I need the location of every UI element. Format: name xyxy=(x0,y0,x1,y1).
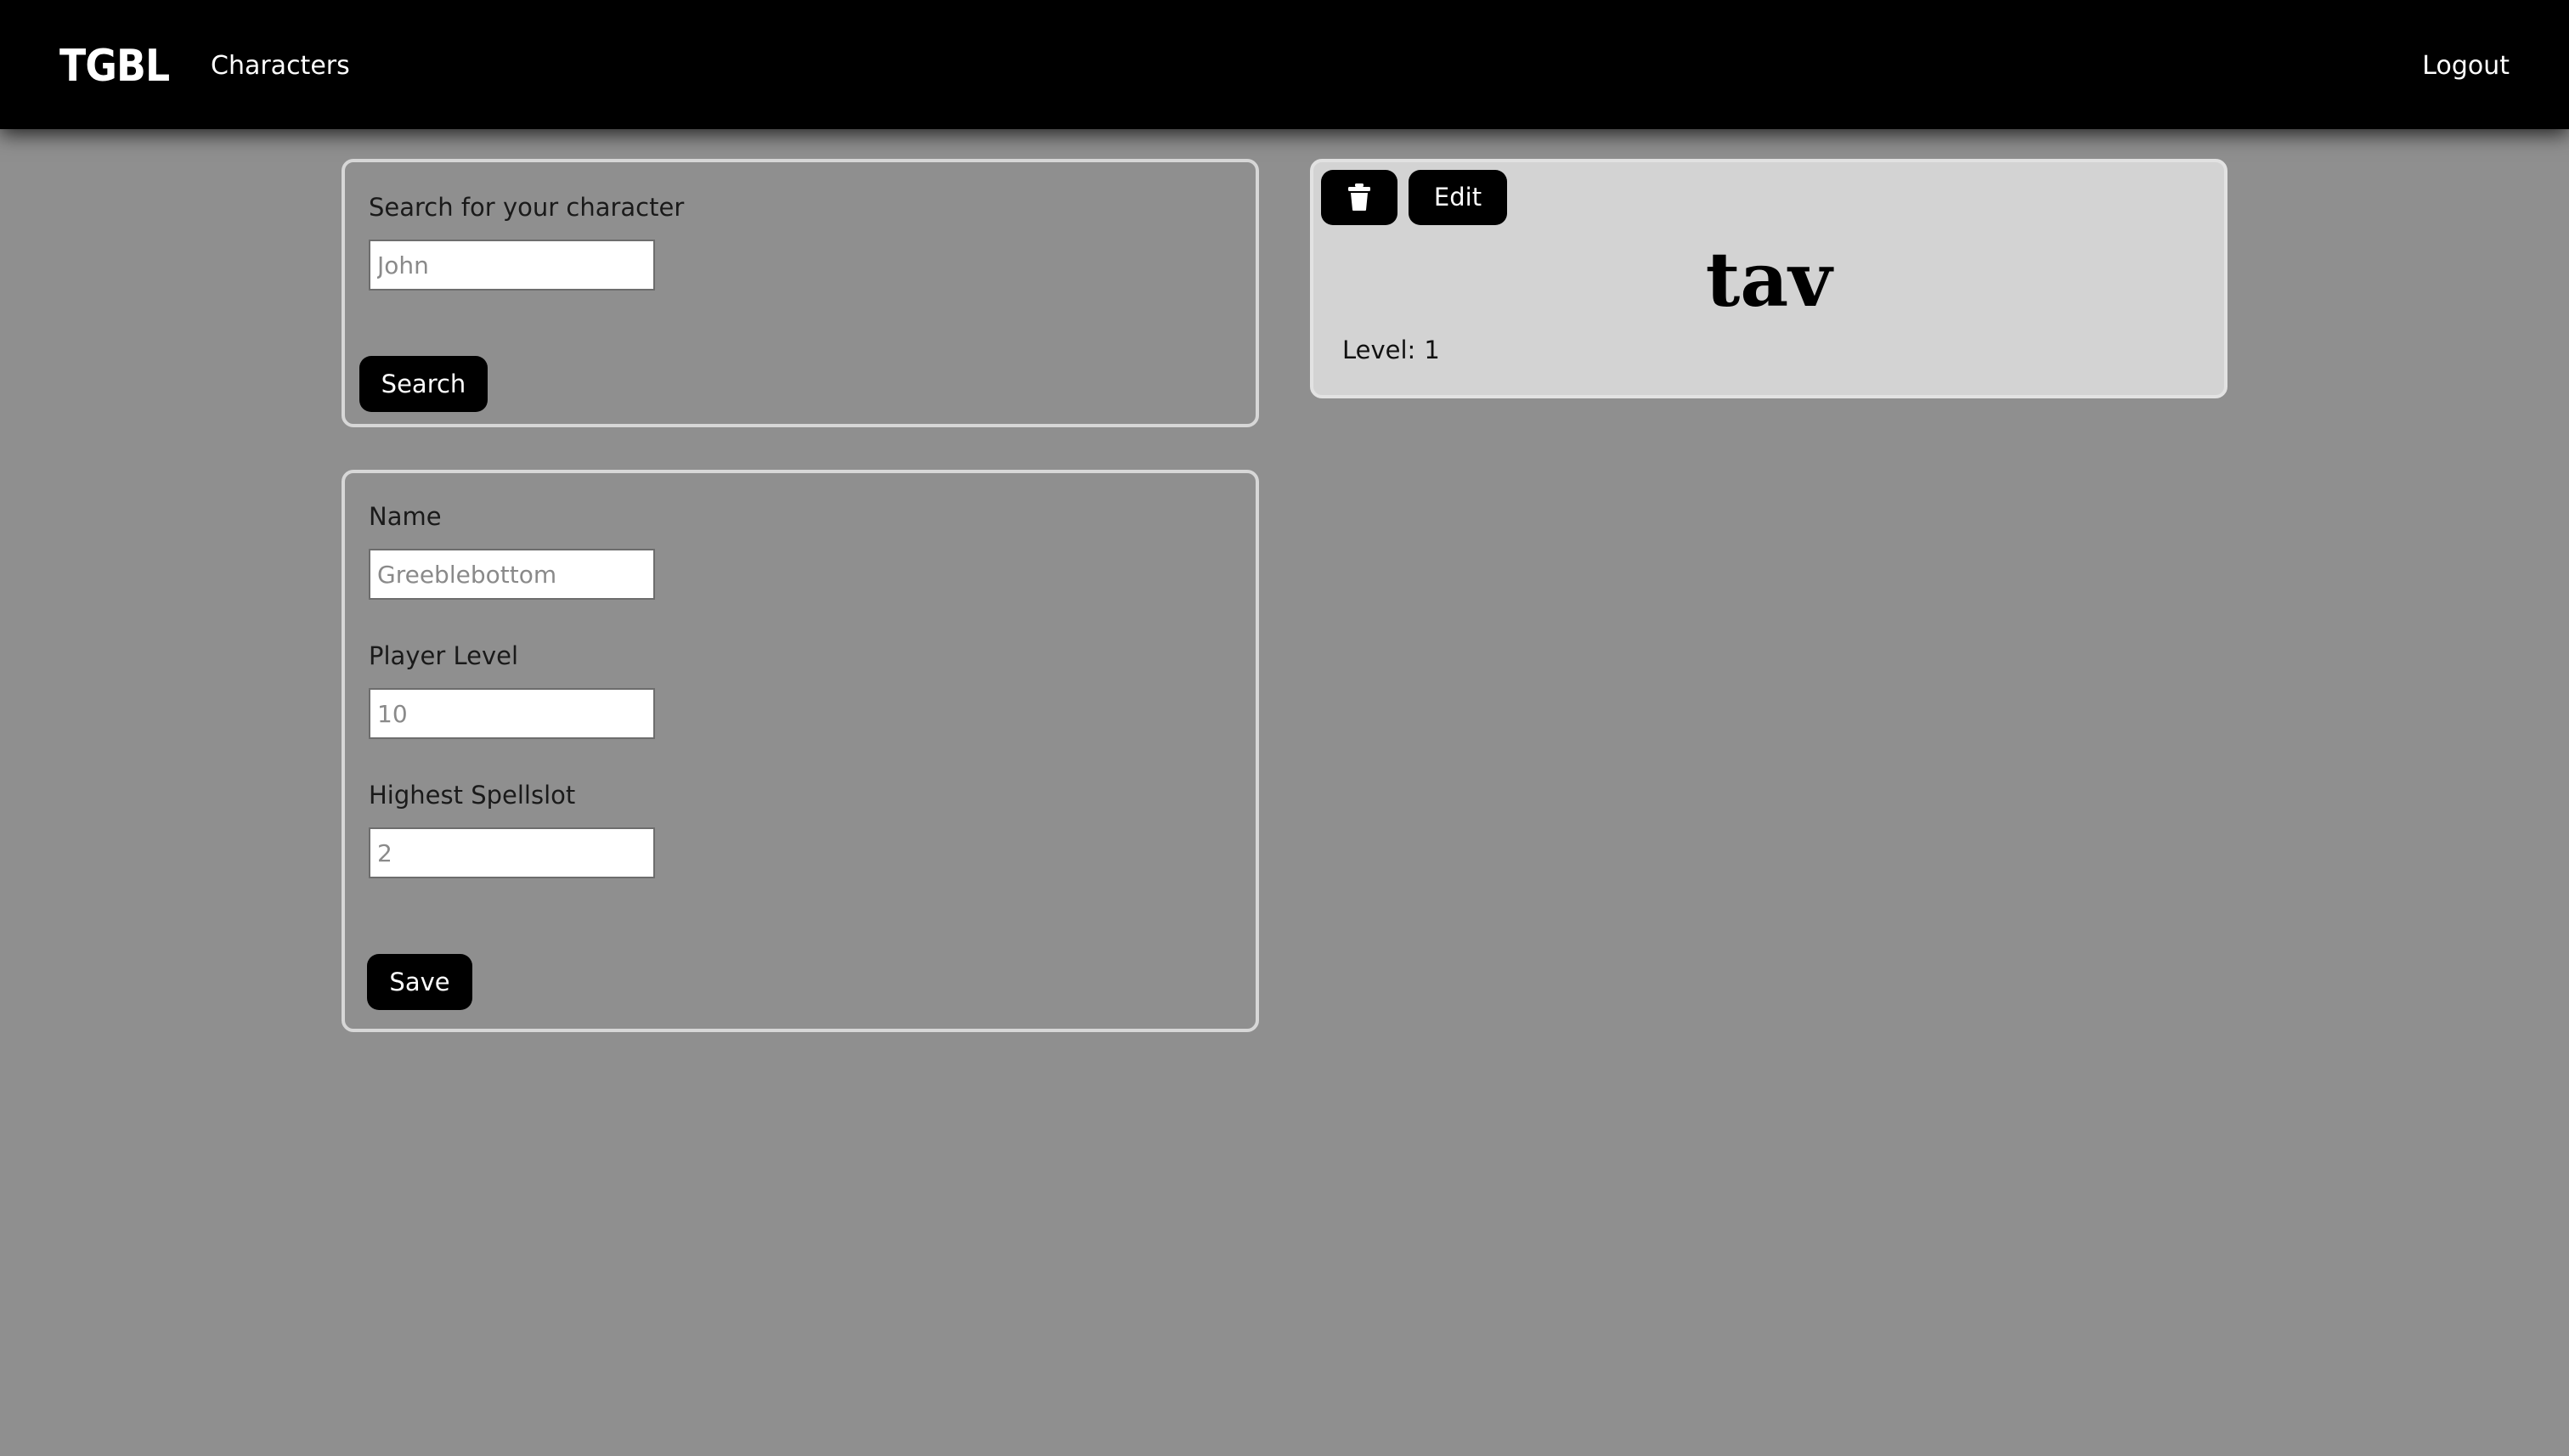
highest-spellslot-label: Highest Spellslot xyxy=(369,781,576,810)
save-button[interactable]: Save xyxy=(367,954,472,1010)
name-input[interactable] xyxy=(369,549,655,600)
search-input[interactable] xyxy=(369,240,655,291)
trash-icon xyxy=(1348,183,1370,211)
search-panel: Search for your character Search xyxy=(342,159,1259,427)
brand-logo[interactable]: TGBL xyxy=(59,34,170,99)
character-card: Edit tav Level: 1 xyxy=(1310,159,2227,398)
delete-character-button[interactable] xyxy=(1321,170,1397,225)
search-button[interactable]: Search xyxy=(359,356,488,412)
nav-characters-link[interactable]: Characters xyxy=(211,42,350,90)
character-form-panel: Name Player Level Highest Spellslot Save xyxy=(342,470,1259,1032)
nav-logout-link[interactable]: Logout xyxy=(2422,42,2510,90)
top-navbar: TGBL Characters Logout xyxy=(0,0,2569,129)
player-level-input[interactable] xyxy=(369,688,655,739)
edit-character-button[interactable]: Edit xyxy=(1409,170,1507,225)
character-level: Level: 1 xyxy=(1342,336,1440,364)
character-level-value: 1 xyxy=(1424,336,1440,364)
character-level-label: Level: xyxy=(1342,336,1416,364)
highest-spellslot-input[interactable] xyxy=(369,827,655,878)
player-level-label: Player Level xyxy=(369,641,519,670)
search-label: Search for your character xyxy=(369,193,685,222)
character-name: tav xyxy=(1705,235,1832,324)
name-label: Name xyxy=(369,502,442,531)
